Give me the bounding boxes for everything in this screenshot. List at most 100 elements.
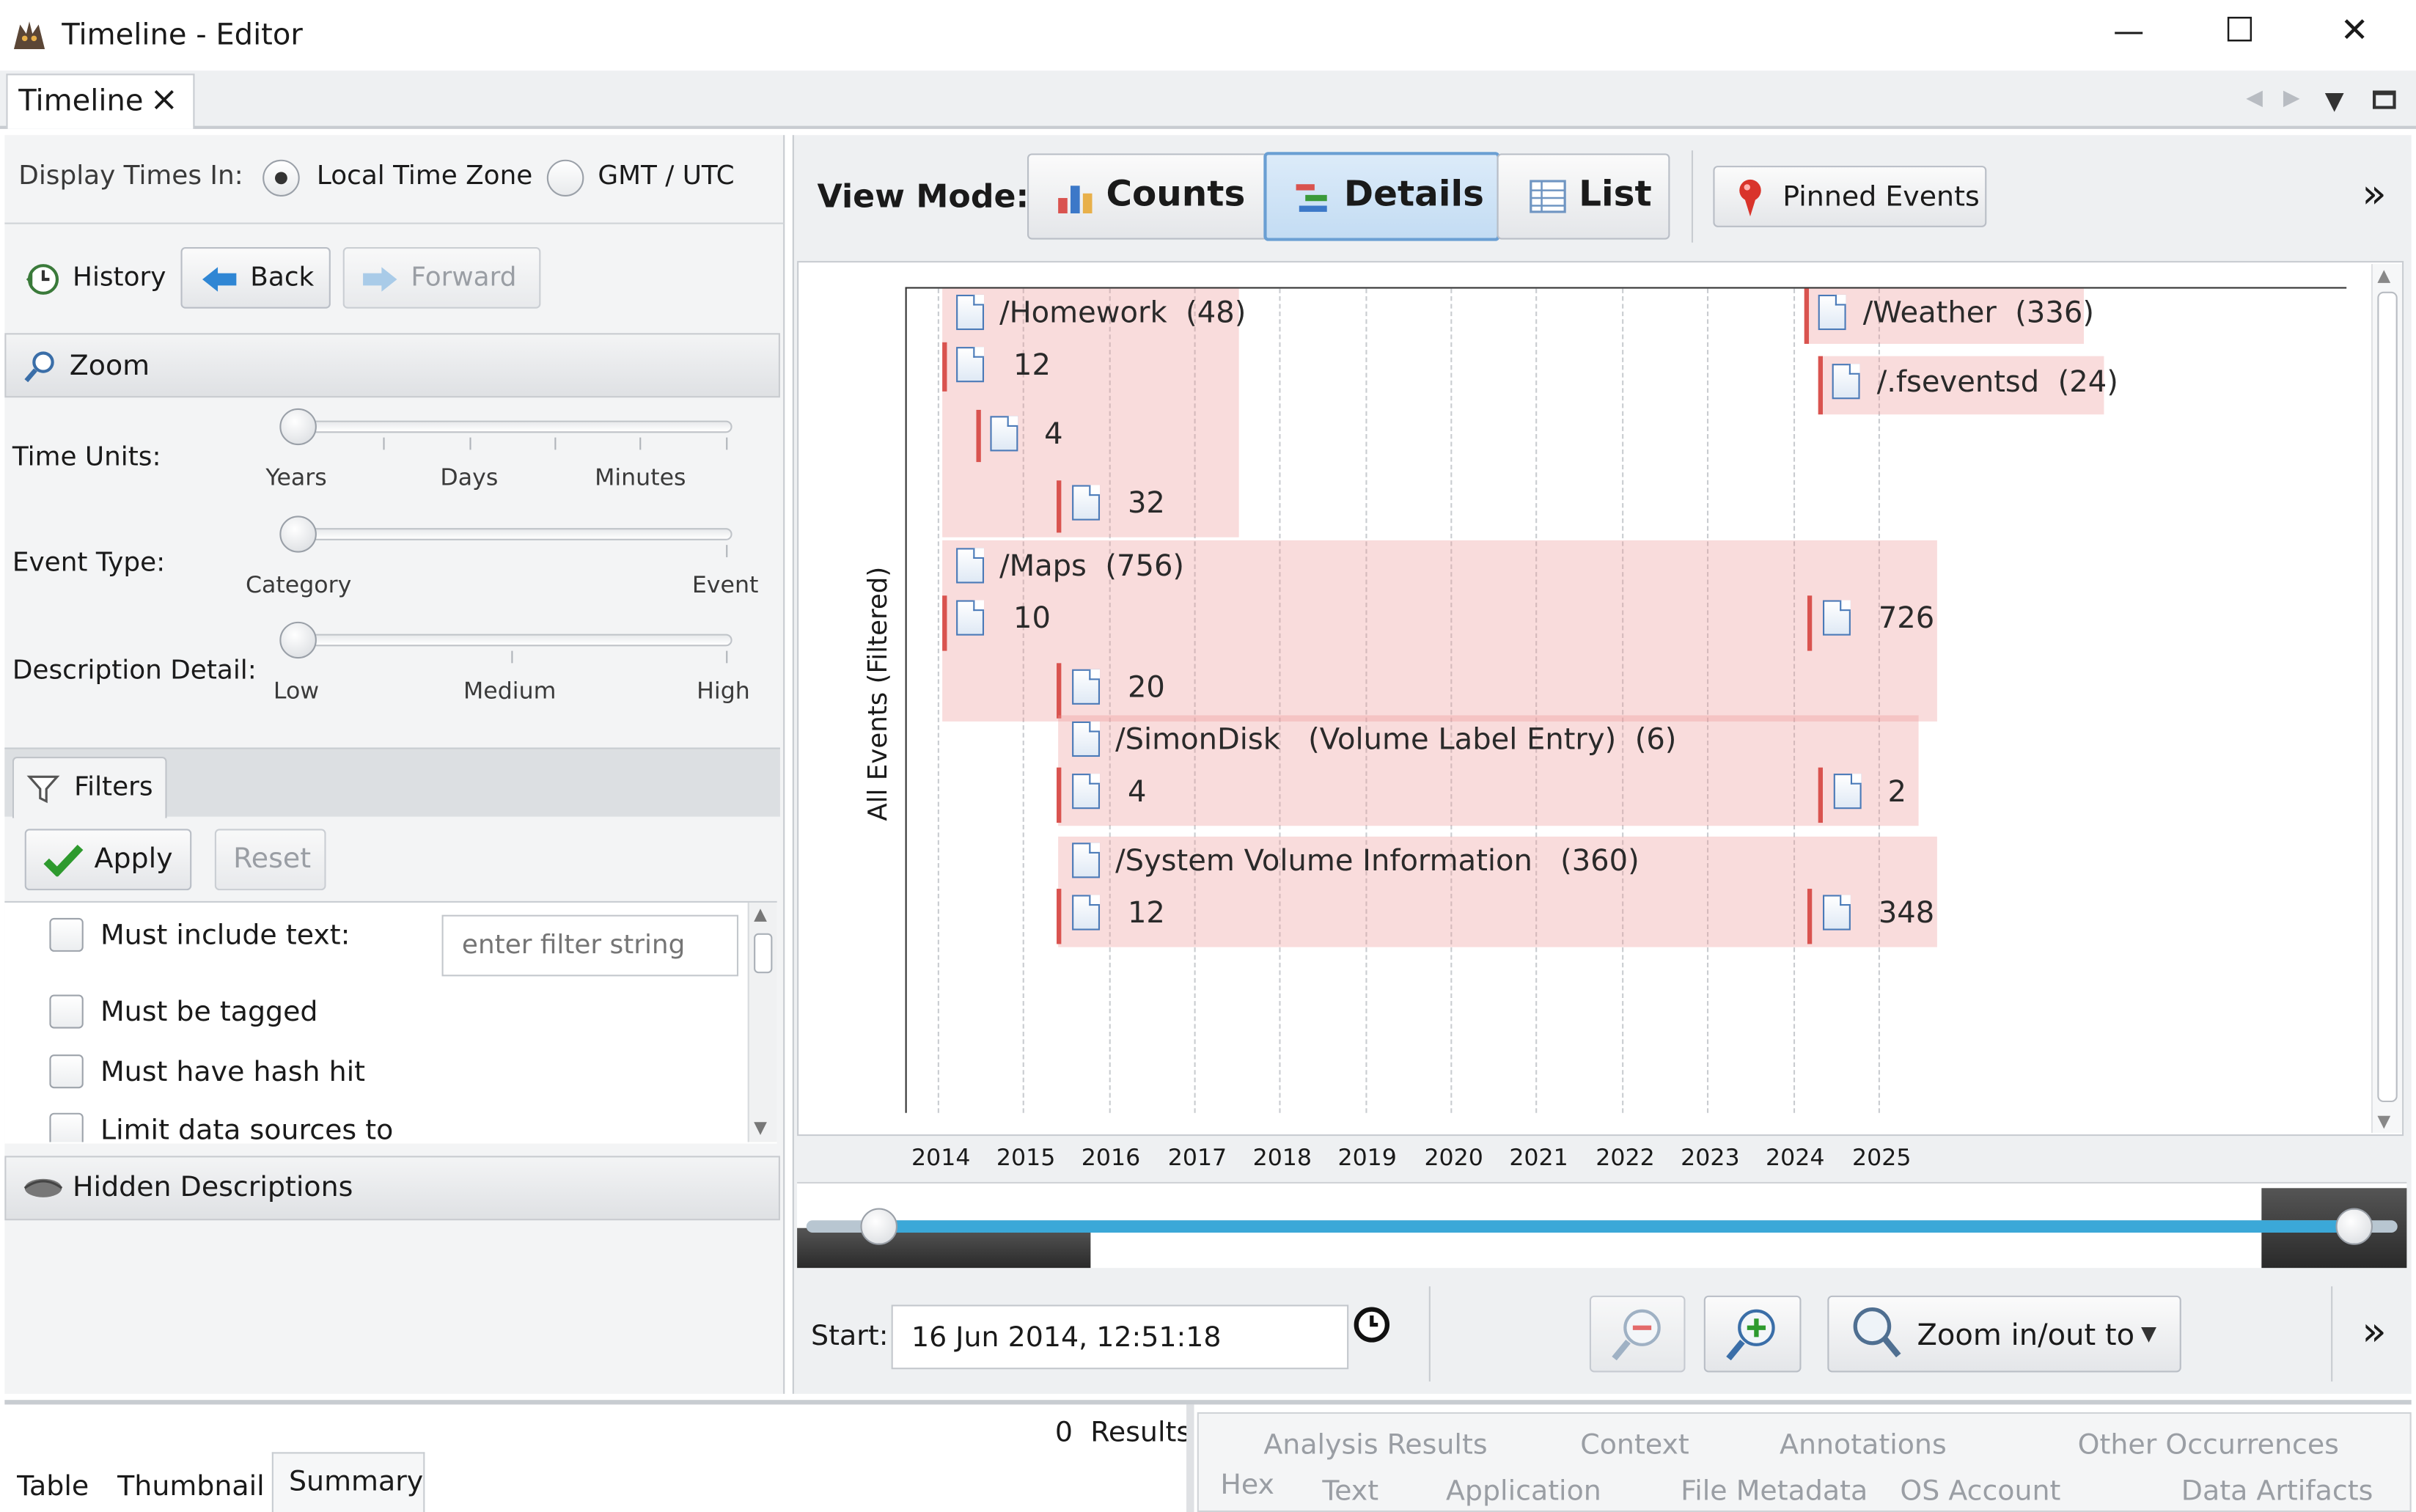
toolbar-separator (2331, 1286, 2333, 1382)
tab-os-account[interactable]: OS Account (1900, 1475, 2060, 1508)
start-datetime-input[interactable] (891, 1304, 1349, 1370)
details-mode-label: Details (1343, 175, 1484, 216)
year-tick-label: 2014 (911, 1143, 971, 1172)
tick (383, 437, 385, 450)
filters-scroll-thumb[interactable] (754, 933, 773, 974)
document-icon (1072, 774, 1101, 810)
tab-annotations[interactable]: Annotations (1780, 1429, 1947, 1461)
chart-scroll-up-icon[interactable]: ▲ (2377, 265, 2390, 285)
tab-thumbnail[interactable]: Thumbnail (117, 1470, 265, 1502)
event-count: (48) (1186, 296, 1246, 331)
must-be-tagged-checkbox[interactable] (49, 994, 84, 1029)
event-sub-count[interactable]: 348 (1879, 897, 1934, 931)
scroll-left-icon[interactable]: ◀ (2246, 86, 2263, 110)
results-split[interactable] (1186, 1404, 1194, 1512)
zoom-in-out-to-label: Zoom in/out to (1917, 1318, 2135, 1353)
zoom-in-icon (1724, 1304, 1780, 1363)
time-units-tick-minutes: Minutes (595, 463, 686, 491)
forward-arrow-icon (360, 264, 400, 295)
document-icon (990, 416, 1018, 452)
chart-scroll-thumb[interactable] (2377, 291, 2398, 1103)
tab-summary-label: Summary (288, 1466, 424, 1499)
event-name: /Homework (999, 296, 1167, 331)
description-detail-label: Description Detail: (12, 655, 257, 686)
viewer-tabs-clip: Hex Text Application File Metadata OS Ac… (1199, 1466, 2410, 1512)
toolbar-overflow-icon[interactable]: » (2362, 172, 2387, 218)
list-mode-label: List (1579, 175, 1652, 216)
tab-file-metadata[interactable]: File Metadata (1681, 1475, 1868, 1508)
tab-data-artifacts[interactable]: Data Artifacts (2181, 1475, 2373, 1508)
tab-application[interactable]: Application (1446, 1475, 1601, 1508)
event-sub-count[interactable]: 4 (1044, 417, 1062, 451)
document-icon (1833, 774, 1862, 810)
event-type-slider-thumb[interactable] (279, 515, 317, 553)
must-have-hash-hit-checkbox[interactable] (49, 1054, 84, 1089)
range-end-thumb[interactable] (2335, 1208, 2373, 1245)
range-selected-bar[interactable] (877, 1220, 2353, 1233)
event-bar (976, 409, 981, 463)
document-icon (956, 548, 985, 584)
tab-analysis-results[interactable]: Analysis Results (1263, 1429, 1487, 1461)
year-tick-label: 2016 (1081, 1143, 1141, 1172)
event-sub-count[interactable]: 20 (1128, 671, 1165, 705)
close-window-button[interactable]: ✕ (2340, 12, 2369, 51)
event-sub-count[interactable]: 10 (1013, 602, 1051, 636)
filter-string-input[interactable] (441, 914, 739, 977)
event-type-label: Event Type: (12, 548, 166, 579)
description-detail-slider-thumb[interactable] (279, 621, 317, 659)
tab-hex[interactable]: Hex (1220, 1469, 1274, 1501)
event-bar (1057, 767, 1062, 823)
view-mode-label: View Mode: (817, 177, 1029, 216)
radio-local-time[interactable] (262, 159, 300, 197)
scroll-down-icon[interactable]: ▼ (754, 1118, 767, 1137)
chart-scroll-down-icon[interactable]: ▼ (2377, 1112, 2390, 1131)
event-bar (1057, 480, 1062, 533)
tab-table[interactable]: Table (17, 1470, 89, 1502)
maximize-button[interactable]: ☐ (2225, 12, 2255, 51)
limit-data-sources-label: Limit data sources to (100, 1114, 394, 1142)
tab-timeline-label: Timeline (18, 84, 144, 119)
description-detail-track[interactable] (293, 634, 732, 647)
filter-funnel-icon (26, 772, 60, 806)
time-units-slider-thumb[interactable] (279, 408, 317, 446)
range-start-thumb[interactable] (860, 1208, 898, 1245)
minimize-button[interactable]: — (2113, 12, 2144, 49)
radio-gmt-utc[interactable] (546, 159, 584, 197)
clock-icon[interactable] (1351, 1304, 1392, 1344)
bottom-toolbar-overflow-icon[interactable]: » (2362, 1310, 2387, 1356)
event-sub-count[interactable]: 12 (1013, 348, 1051, 382)
scroll-up-icon[interactable]: ▲ (754, 904, 767, 924)
scroll-right-icon[interactable]: ▶ (2283, 86, 2300, 110)
tab-close-icon[interactable]: × (150, 81, 178, 120)
must-include-text-checkbox[interactable] (49, 917, 84, 952)
event-label-fseventsd: /.fseventsd (24) (1877, 365, 2118, 399)
tick (726, 437, 728, 450)
document-icon (1072, 485, 1101, 521)
tab-maximize-icon[interactable] (2373, 90, 2396, 109)
description-detail-tick-medium: Medium (463, 677, 557, 705)
hidden-descriptions-label: Hidden Descriptions (73, 1171, 353, 1204)
event-name: /Maps (999, 549, 1087, 584)
tab-text[interactable]: Text (1322, 1475, 1378, 1508)
back-arrow-icon (199, 264, 240, 295)
chart-left-axis (905, 287, 907, 1113)
tick (726, 650, 728, 664)
event-type-track[interactable] (293, 528, 732, 540)
event-label-weather: /Weather (336) (1863, 296, 2094, 330)
tab-context[interactable]: Context (1580, 1429, 1689, 1461)
tab-list-icon[interactable]: ▼ (2325, 86, 2344, 115)
event-sub-count[interactable]: 2 (1887, 775, 1906, 809)
year-tick-label: 2015 (996, 1143, 1056, 1172)
bar-chart-icon (1055, 180, 1095, 216)
filters-tab-label: Filters (74, 771, 153, 803)
time-units-track[interactable] (293, 420, 732, 433)
timeline-editor-window: Timeline - Editor — ☐ ✕ Timeline × ◀ ▶ ▼… (0, 0, 2416, 1512)
tick (469, 437, 471, 450)
event-sub-count[interactable]: 32 (1128, 487, 1165, 521)
event-sub-count[interactable]: 12 (1128, 897, 1165, 931)
event-sub-count[interactable]: 4 (1128, 775, 1146, 809)
description-detail-tick-low: Low (273, 677, 320, 705)
event-sub-count[interactable]: 726 (1879, 602, 1934, 636)
limit-data-sources-checkbox[interactable] (49, 1112, 84, 1142)
tab-other-occurrences[interactable]: Other Occurrences (2078, 1429, 2339, 1461)
